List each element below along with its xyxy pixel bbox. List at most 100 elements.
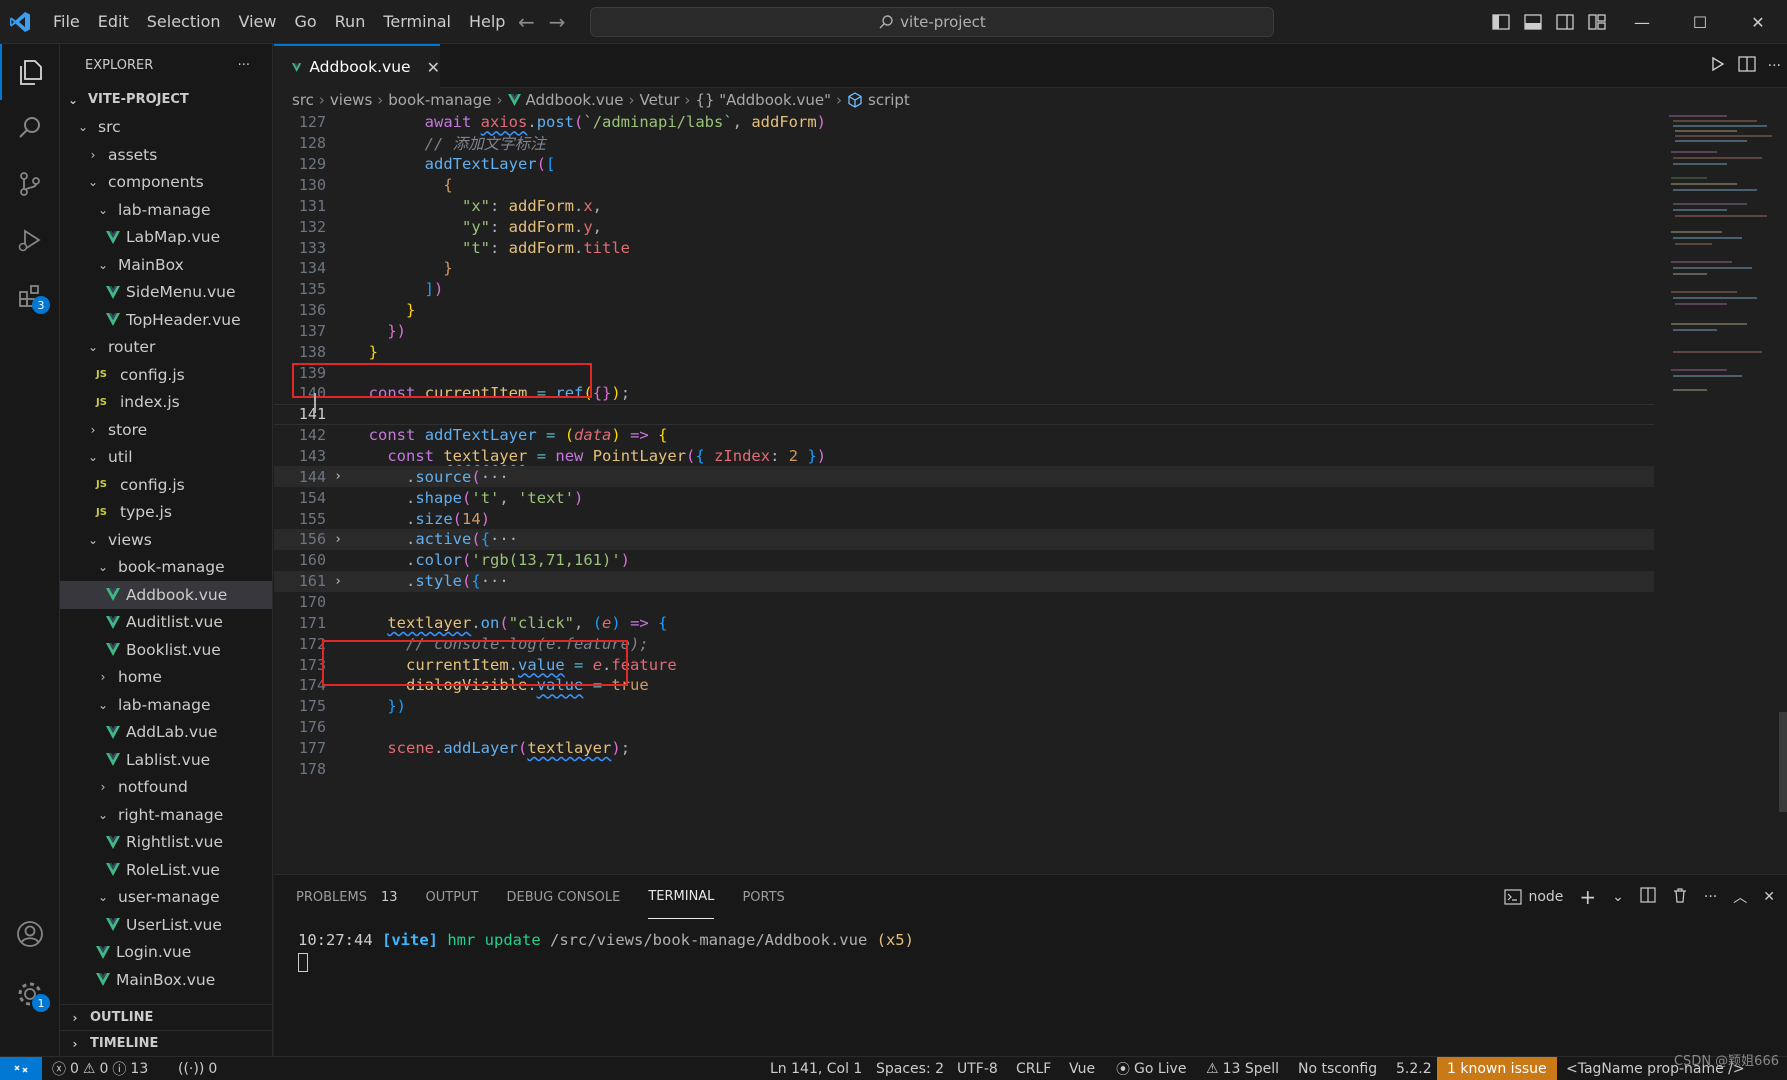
code-line[interactable]: 133 "t": addForm.title (274, 237, 1654, 258)
code-line[interactable]: 137 }) (274, 321, 1654, 342)
split-terminal-icon[interactable] (1640, 887, 1656, 907)
breadcrumb-item[interactable]: Addbook.vue (526, 91, 624, 109)
tab-output[interactable]: OUTPUT (426, 875, 479, 919)
tree-folder[interactable]: ⌄ util (60, 444, 272, 472)
maximize-panel-icon[interactable]: ︿ (1733, 887, 1747, 907)
code-line[interactable]: 154 .shape('t', 'text') (274, 487, 1654, 508)
tree-file[interactable]: Lablist.vue (60, 746, 272, 774)
code-line[interactable]: 135 ]) (274, 279, 1654, 300)
eol-status[interactable]: CRLF (1016, 1057, 1051, 1080)
more-actions-icon[interactable]: ··· (238, 58, 250, 73)
spell-status[interactable]: ⚠ 13 Spell (1206, 1057, 1279, 1080)
tree-file[interactable]: AddLab.vue (60, 719, 272, 747)
code-line[interactable]: 171 textlayer.on("click", (e) => { (274, 612, 1654, 633)
fold-chevron-icon[interactable]: › (326, 469, 350, 484)
chevron-down-icon[interactable]: ⌄ (1612, 889, 1624, 905)
menu-help[interactable]: Help (460, 0, 514, 44)
code-line[interactable]: 155 .size(14) (274, 508, 1654, 529)
code-line[interactable]: 161 › .style({··· (274, 570, 1654, 592)
code-line[interactable]: 143 const textlayer = new PointLayer({ z… (274, 446, 1654, 467)
toggle-secondary-sidebar-icon[interactable] (1549, 0, 1581, 44)
tree-folder[interactable]: ⌄ right-manage (60, 801, 272, 829)
code-editor[interactable]: 127 await axios.post(`/adminapi/labs`, a… (274, 112, 1787, 874)
tab-debug-console[interactable]: DEBUG CONSOLE (506, 875, 620, 919)
toggle-primary-sidebar-icon[interactable] (1485, 0, 1517, 44)
tab-problems[interactable]: PROBLEMS 13 (296, 875, 398, 919)
project-root-folder[interactable]: ⌄ VITE-PROJECT (60, 86, 272, 114)
terminal-selector[interactable]: node (1504, 889, 1563, 905)
tree-file[interactable]: Booklist.vue (60, 636, 272, 664)
editor-more-icon[interactable]: ··· (1768, 58, 1781, 74)
code-line[interactable]: 176 (274, 717, 1654, 738)
source-control-icon[interactable] (0, 156, 60, 212)
close-tab-icon[interactable]: ✕ (427, 58, 440, 77)
accounts-icon[interactable] (0, 906, 60, 962)
tree-folder[interactable]: › assets (60, 141, 272, 169)
go-live-button[interactable]: ⦿ Go Live (1116, 1057, 1186, 1080)
trash-icon[interactable] (1672, 887, 1688, 907)
tree-folder[interactable]: ⌄ lab-manage (60, 196, 272, 224)
breadcrumb-item[interactable]: script (868, 91, 910, 109)
code-line[interactable]: 134 } (274, 258, 1654, 279)
tree-file[interactable]: SideMenu.vue (60, 279, 272, 307)
breadcrumb-item[interactable]: Vetur (639, 91, 679, 109)
menu-edit[interactable]: Edit (89, 0, 138, 44)
fold-chevron-icon[interactable]: › (326, 574, 350, 589)
forward-arrow-icon[interactable]: → (549, 10, 566, 34)
breadcrumb-item[interactable]: src (292, 91, 314, 109)
extensions-icon[interactable]: 3 (0, 268, 60, 324)
editor-scrollbar[interactable] (1779, 712, 1787, 812)
tree-folder[interactable]: ⌄ views (60, 526, 272, 554)
tree-file[interactable]: Rightlist.vue (60, 829, 272, 857)
manage-gear-icon[interactable]: 1 (0, 966, 60, 1022)
tree-file[interactable]: LabMap.vue (60, 224, 272, 252)
menu-go[interactable]: Go (285, 0, 325, 44)
close-window-icon[interactable]: ✕ (1729, 0, 1787, 44)
code-line[interactable]: 138 } (274, 341, 1654, 362)
menu-view[interactable]: View (230, 0, 286, 44)
code-line[interactable]: 131 "x": addForm.x, (274, 195, 1654, 216)
run-and-debug-icon[interactable] (0, 212, 60, 268)
tree-folder[interactable]: ⌄ book-manage (60, 554, 272, 582)
panel-more-icon[interactable]: ··· (1704, 889, 1717, 905)
cursor-position[interactable]: Ln 141, Col 1 (770, 1057, 862, 1080)
breadcrumb-item[interactable]: {} "Addbook.vue" (695, 91, 831, 109)
code-line[interactable]: 178 (274, 758, 1654, 779)
code-line[interactable]: 156 › .active({··· (274, 529, 1654, 550)
menu-terminal[interactable]: Terminal (374, 0, 460, 44)
language-mode[interactable]: Vue (1069, 1057, 1095, 1080)
tree-folder[interactable]: ⌄ router (60, 334, 272, 362)
code-line[interactable]: 175 }) (274, 696, 1654, 717)
tree-folder[interactable]: ⌄ src (60, 114, 272, 142)
code-line[interactable]: 144 › .source(··· (274, 466, 1654, 488)
tree-file[interactable]: RoleList.vue (60, 856, 272, 884)
code-line[interactable]: 127 await axios.post(`/adminapi/labs`, a… (274, 112, 1654, 133)
tree-file[interactable]: UserList.vue (60, 911, 272, 939)
tree-file[interactable]: JS index.js (60, 389, 272, 417)
tree-file[interactable]: JS config.js (60, 361, 272, 389)
tsconfig-status[interactable]: No tsconfig (1298, 1057, 1377, 1080)
tree-file[interactable]: Addbook.vue (60, 581, 272, 609)
tree-file[interactable]: MainBox.vue (60, 966, 272, 994)
customize-layout-icon[interactable] (1581, 0, 1613, 44)
code-line[interactable]: 142 const addTextLayer = (data) => { (274, 425, 1654, 446)
tree-folder[interactable]: › home (60, 664, 272, 692)
indentation-status[interactable]: Spaces: 2 (876, 1057, 944, 1080)
tab-ports[interactable]: PORTS (742, 875, 784, 919)
menu-selection[interactable]: Selection (138, 0, 230, 44)
menu-run[interactable]: Run (326, 0, 375, 44)
tree-file[interactable]: Login.vue (60, 939, 272, 967)
tree-folder[interactable]: ⌄ user-manage (60, 884, 272, 912)
ports-status[interactable]: ((·)) 0 (178, 1057, 217, 1080)
minimap[interactable] (1667, 112, 1777, 402)
search-icon[interactable] (0, 100, 60, 156)
tree-folder[interactable]: › store (60, 416, 272, 444)
code-line[interactable]: 177 scene.addLayer(textlayer); (274, 738, 1654, 759)
tree-folder[interactable]: ⌄ lab-manage (60, 691, 272, 719)
remote-icon[interactable] (0, 1057, 42, 1080)
toggle-panel-icon[interactable] (1517, 0, 1549, 44)
minimize-icon[interactable]: — (1613, 0, 1671, 44)
tree-folder[interactable]: › notfound (60, 774, 272, 802)
tree-folder[interactable]: ⌄ components (60, 169, 272, 197)
tree-file[interactable]: Auditlist.vue (60, 609, 272, 637)
